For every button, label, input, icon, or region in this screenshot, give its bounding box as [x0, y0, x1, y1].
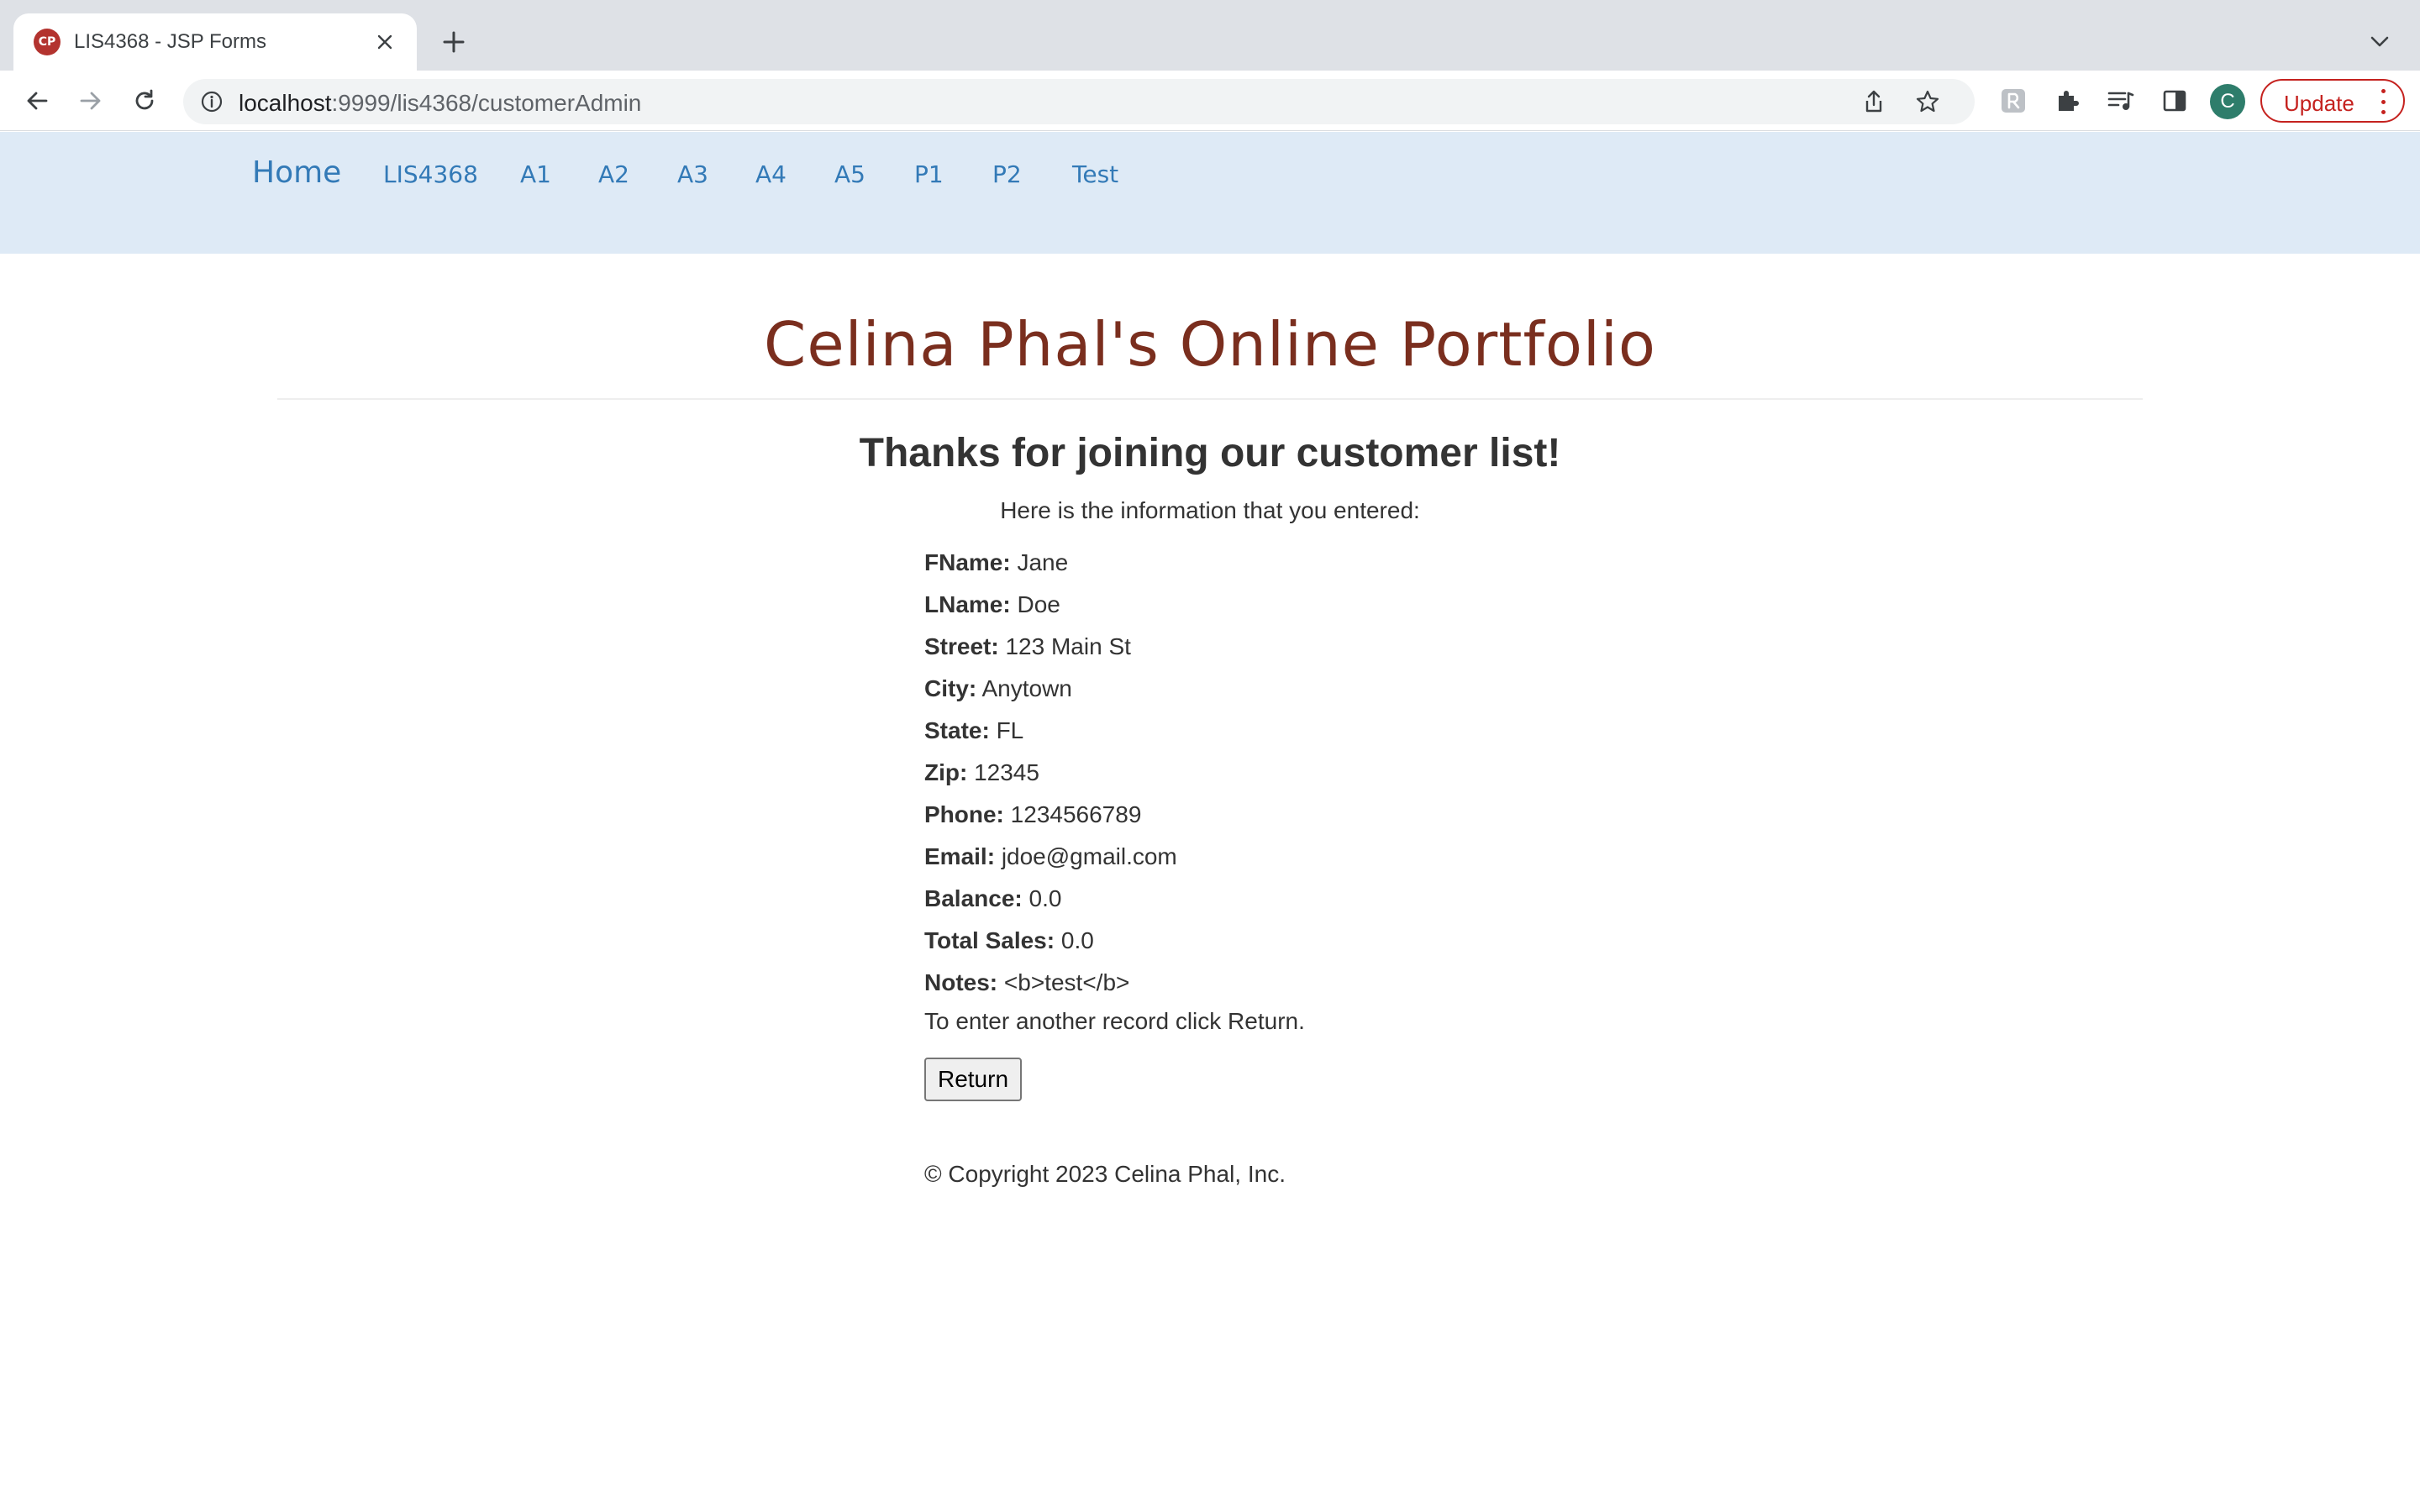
field-value: 12345: [974, 759, 1039, 785]
field-label: Total Sales:: [924, 927, 1055, 953]
new-tab-plus-icon[interactable]: [435, 24, 472, 60]
bookmark-star-icon[interactable]: [1914, 88, 1941, 115]
forward-arrow-icon[interactable]: [72, 82, 109, 119]
field-value: Doe: [1017, 591, 1060, 617]
field-row-email: Email: jdoe@gmail.com: [924, 840, 1177, 882]
reload-icon[interactable]: [126, 82, 163, 119]
site-info-icon[interactable]: [198, 88, 225, 115]
nav-link-a2[interactable]: A2: [598, 160, 629, 188]
back-arrow-icon[interactable]: [18, 82, 55, 119]
reading-list-icon[interactable]: [2102, 82, 2139, 119]
field-label: Balance:: [924, 885, 1023, 911]
field-value: FL: [996, 717, 1024, 743]
field-row-lname: LName: Doe: [924, 588, 1177, 630]
copyright-footer: © Copyright 2023 Celina Phal, Inc.: [924, 1161, 1286, 1187]
field-value: 0.0: [1060, 927, 1094, 953]
url-host: localhost: [239, 90, 332, 116]
field-row-state: State: FL: [924, 714, 1177, 756]
field-row-notes: Notes: <b>test</b>: [924, 966, 1177, 1008]
field-value: jdoe@gmail.com: [1001, 843, 1177, 869]
nav-link-a3[interactable]: A3: [677, 160, 708, 188]
nav-home-link[interactable]: Home: [252, 155, 341, 190]
site-navbar: Home LIS4368 A1 A2 A3 A4 A5 P1 P2 Test: [0, 132, 2420, 254]
field-value: <b>test</b>: [1003, 969, 1130, 995]
nav-link-a1[interactable]: A1: [520, 160, 551, 188]
field-label: City:: [924, 675, 977, 701]
browser-tab[interactable]: CP LIS4368 - JSP Forms: [13, 13, 417, 71]
tab-close-icon[interactable]: [370, 27, 400, 57]
tab-title: LIS4368 - JSP Forms: [74, 30, 266, 53]
url-text: localhost:9999/lis4368/customerAdmin: [239, 90, 641, 117]
return-instructions: To enter another record click Return.: [924, 1008, 1305, 1034]
field-label: Street:: [924, 633, 999, 659]
field-row-phone: Phone: 1234566789: [924, 798, 1177, 840]
nav-link-a4[interactable]: A4: [755, 160, 786, 188]
nav-link-p2[interactable]: P2: [992, 160, 1022, 188]
field-value: 1234566789: [1010, 801, 1142, 827]
nav-link-lis4368[interactable]: LIS4368: [383, 160, 478, 188]
field-value: 0.0: [1028, 885, 1062, 911]
field-row-zip: Zip: 12345: [924, 756, 1177, 798]
field-row-total-sales: Total Sales: 0.0: [924, 924, 1177, 966]
field-label: FName:: [924, 549, 1011, 575]
update-button[interactable]: Update: [2260, 79, 2405, 123]
nav-link-p1[interactable]: P1: [914, 160, 944, 188]
nav-link-test[interactable]: Test: [1072, 160, 1118, 188]
tab-strip: CP LIS4368 - JSP Forms: [0, 0, 2420, 71]
confirmation-heading: Thanks for joining our customer list!: [859, 431, 1561, 475]
profile-avatar[interactable]: C: [2210, 84, 2245, 119]
update-label: Update: [2284, 91, 2354, 116]
return-button[interactable]: Return: [924, 1058, 1022, 1101]
field-value: Jane: [1017, 549, 1069, 575]
field-label: Email:: [924, 843, 996, 869]
field-row-city: City: Anytown: [924, 672, 1177, 714]
more-vertical-icon: [2375, 89, 2391, 114]
field-label: LName:: [924, 591, 1011, 617]
site-favicon-icon: CP: [34, 29, 60, 55]
address-bar[interactable]: localhost:9999/lis4368/customerAdmin: [183, 79, 1975, 124]
field-label: State:: [924, 717, 990, 743]
field-value: 123 Main St: [1005, 633, 1131, 659]
extension-badge-icon[interactable]: [1995, 82, 2032, 119]
page-title: Celina Phal's Online Portfolio: [764, 309, 1656, 380]
side-panel-icon[interactable]: [2156, 82, 2193, 119]
nav-link-a5[interactable]: A5: [834, 160, 865, 188]
field-value: Anytown: [981, 675, 1072, 701]
browser-toolbar: localhost:9999/lis4368/customerAdmin C U…: [0, 71, 2420, 131]
field-row-balance: Balance: 0.0: [924, 882, 1177, 924]
extensions-puzzle-icon[interactable]: [2049, 82, 2086, 119]
field-label: Phone:: [924, 801, 1004, 827]
tab-search-chevron-down-icon[interactable]: [2363, 25, 2396, 59]
field-row-fname: FName: Jane: [924, 546, 1177, 588]
field-label: Notes:: [924, 969, 998, 995]
customer-record: FName: Jane LName: Doe Street: 123 Main …: [924, 546, 1177, 1008]
field-row-street: Street: 123 Main St: [924, 630, 1177, 672]
url-path: :9999/lis4368/customerAdmin: [331, 90, 642, 116]
field-label: Zip:: [924, 759, 968, 785]
title-divider: [277, 398, 2143, 400]
confirmation-intro: Here is the information that you entered…: [1000, 497, 1420, 523]
share-icon[interactable]: [1860, 88, 1887, 115]
